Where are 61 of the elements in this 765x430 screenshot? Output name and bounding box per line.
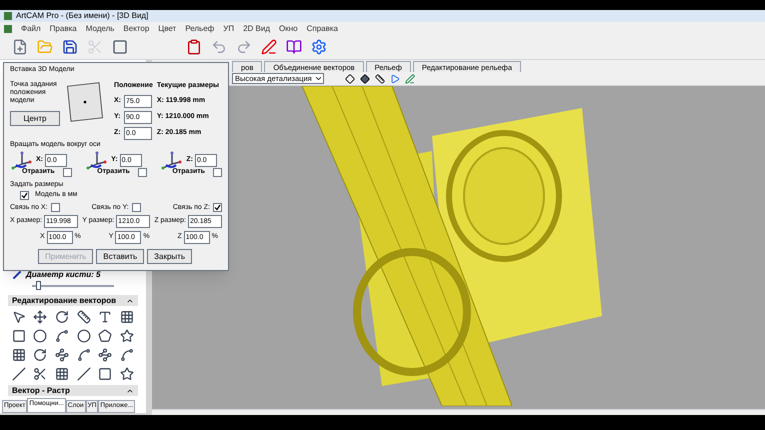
axes-icon (10, 150, 34, 170)
menu-item[interactable]: Цвет (158, 22, 176, 34)
checkbox[interactable] (212, 203, 222, 212)
axes-icon (85, 150, 110, 170)
rectangle-icon[interactable] (12, 329, 26, 344)
menu-item[interactable]: Модель (86, 22, 114, 34)
clipboard-icon[interactable] (186, 39, 202, 55)
checkbox[interactable] (50, 203, 60, 212)
slider-thumb[interactable] (36, 281, 42, 290)
dialog-button[interactable]: Закрыть (147, 249, 192, 264)
diamond-icon[interactable] (345, 74, 355, 84)
save-icon[interactable] (62, 39, 78, 55)
menu-item[interactable]: Вектор (123, 22, 150, 34)
brush-label: Диаметр кисти: 5 (26, 269, 100, 282)
menu-item[interactable]: 2D Вид (243, 22, 270, 34)
new-file-icon[interactable] (12, 39, 28, 55)
line-icon[interactable] (12, 367, 26, 382)
pen-icon[interactable] (405, 74, 415, 84)
grid-icon[interactable] (120, 310, 134, 324)
checkbox[interactable] (132, 203, 141, 212)
settings[interactable] (311, 39, 327, 55)
measure-icon[interactable] (76, 310, 91, 324)
slash-icon[interactable] (76, 367, 91, 382)
nodes-icon[interactable] (55, 348, 70, 362)
axes-icon (160, 150, 184, 170)
checkbox[interactable] (138, 168, 147, 177)
pointer-icon[interactable] (12, 310, 26, 324)
play-icon[interactable] (390, 74, 400, 84)
checkbox[interactable] (20, 190, 29, 200)
window-title: ArtCAM Pro - (Без имени) - [3D Вид] (16, 10, 148, 22)
menu-item[interactable]: Файл (21, 22, 41, 34)
menu-item[interactable]: Правка (50, 22, 77, 34)
center-button[interactable]: Центр (10, 111, 60, 126)
menu-item[interactable]: Рельеф (185, 22, 214, 34)
star-tool-icon[interactable] (120, 367, 134, 382)
pentagon-icon[interactable] (98, 329, 112, 344)
star-icon[interactable] (120, 329, 134, 344)
scissors-icon[interactable] (33, 367, 48, 382)
book-icon[interactable] (286, 39, 302, 55)
section-title: Редактирование векторов (12, 294, 116, 307)
menu-item[interactable]: УП (223, 22, 234, 34)
checkbox[interactable] (213, 168, 222, 177)
circle-icon[interactable] (33, 329, 48, 344)
section-header[interactable]: Вектор - Растр (8, 385, 138, 396)
dialog-button[interactable]: Вставить (96, 249, 144, 264)
pattern-icon[interactable] (55, 367, 70, 382)
check-icon (214, 204, 221, 212)
rotate-icon[interactable] (55, 310, 70, 324)
menu-item[interactable]: Окно (279, 22, 298, 34)
section-title: Вектор - Растр (12, 384, 70, 397)
curve-icon[interactable] (76, 348, 91, 362)
text-tool-icon[interactable] (98, 310, 112, 324)
menu-item[interactable]: Справка (306, 22, 338, 34)
anchor-point-drawing[interactable] (64, 81, 106, 123)
shape-icon[interactable] (98, 367, 112, 382)
pen-icon[interactable] (261, 39, 277, 55)
checkbox[interactable] (62, 168, 72, 177)
check-icon (21, 192, 28, 199)
brush-icon (12, 271, 22, 280)
filled-diamond-icon[interactable] (360, 74, 370, 84)
section-header[interactable]: Редактирование векторов (8, 295, 138, 306)
